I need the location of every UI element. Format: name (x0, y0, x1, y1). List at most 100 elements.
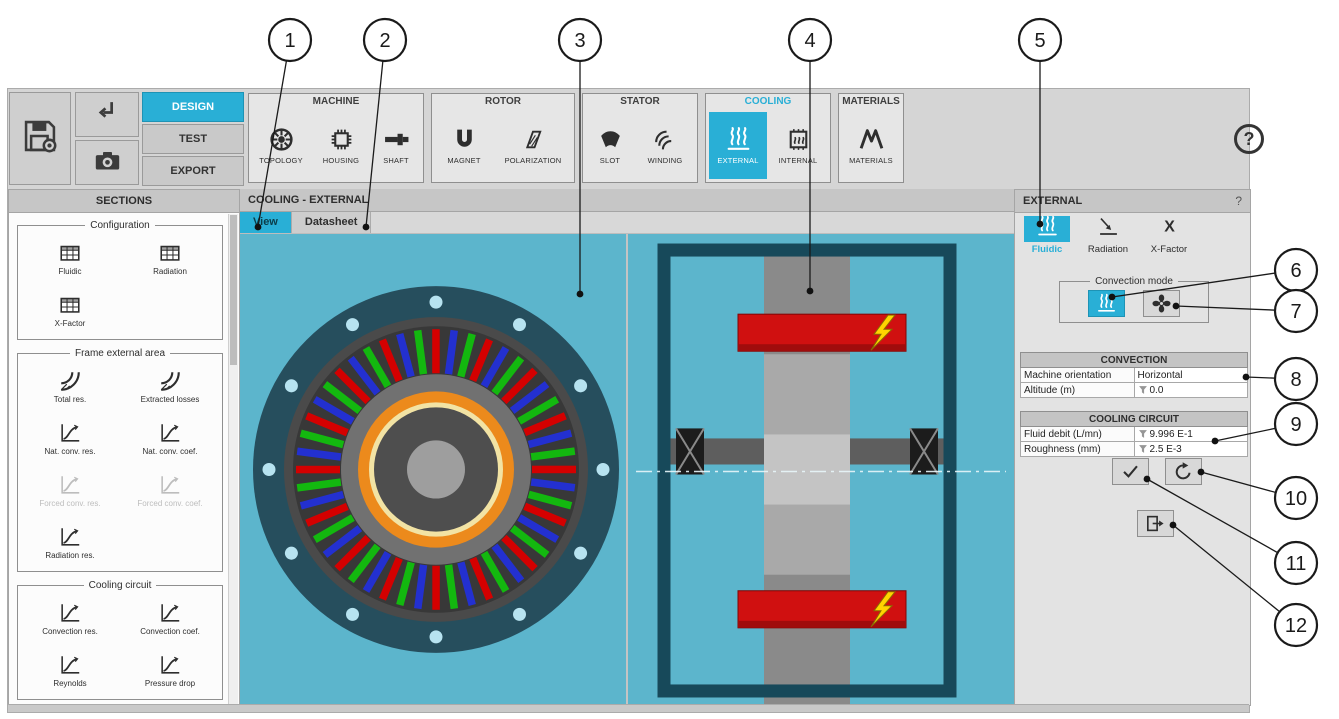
ribbon-group-title: STATOR (583, 94, 697, 110)
undo-icon (1173, 461, 1194, 482)
table-row: Altitude (m)0.0 (1021, 383, 1248, 398)
export-icon (1145, 513, 1166, 534)
callout-circle-6 (1275, 249, 1317, 291)
section-item-label: Convection coef. (140, 627, 200, 636)
table-icon (57, 293, 83, 317)
tab-datasheet[interactable]: Datasheet (292, 212, 372, 233)
section-item-label: Extracted losses (141, 395, 200, 404)
ribbon-item-shaft[interactable]: SHAFT (372, 112, 420, 179)
ribbon-group-machine: MACHINETOPOLOGYHOUSINGSHAFT (248, 93, 424, 183)
curve-icon (157, 473, 183, 497)
ribbon-item-external[interactable]: EXTERNAL (709, 112, 767, 179)
ribbon-group-stator: STATOR SLOT WINDING (582, 93, 698, 183)
scrollbar-thumb[interactable] (230, 215, 237, 365)
canvas (240, 234, 1014, 706)
table-convection: CONVECTIONMachine orientationHorizontalA… (1020, 352, 1248, 398)
callout-number-9: 9 (1290, 414, 1301, 436)
ribbon-groups: MACHINETOPOLOGYHOUSINGSHAFTROTORMAGNETPO… (248, 93, 904, 183)
ribbon-item-polarization[interactable]: POLARIZATION (495, 112, 571, 179)
ribbon-item-magnet[interactable]: MAGNET (435, 112, 493, 179)
section-item-total-res[interactable]: Total res. (20, 360, 120, 412)
param-value[interactable]: 2.5 E-3 (1134, 442, 1248, 457)
ribbon-item-topology[interactable]: TOPOLOGY (252, 112, 310, 179)
param-value[interactable]: 0.0 (1134, 383, 1248, 398)
section-item-radiation-res[interactable]: Radiation res. (20, 516, 120, 568)
tab-view[interactable]: View (240, 212, 292, 233)
param-value[interactable]: 9.996 E-1 (1134, 427, 1248, 442)
design-button[interactable]: DESIGN (142, 92, 244, 122)
param-value[interactable]: Horizontal (1134, 368, 1248, 383)
app-window: DESIGN TEST EXPORT MACHINETOPOLOGYHOUSIN… (7, 88, 1250, 713)
fan-icon (1151, 293, 1172, 314)
callout-circle-12 (1275, 604, 1317, 646)
waves-icon (1036, 215, 1059, 243)
callout-line-8 (1246, 377, 1296, 379)
radial-viewport[interactable] (240, 234, 626, 706)
callout-circle-2 (364, 19, 406, 61)
section-item-reynolds[interactable]: Reynolds (20, 644, 120, 696)
table-row: Machine orientationHorizontal (1021, 368, 1248, 383)
callout-circle-5 (1019, 19, 1061, 61)
ribbon-item-winding[interactable]: WINDING (636, 112, 694, 179)
export-mode-button[interactable]: EXPORT (142, 156, 244, 186)
import-button[interactable] (75, 92, 139, 137)
section-item-fluidic[interactable]: Fluidic (20, 232, 120, 284)
action-buttons (1112, 458, 1202, 485)
test-button[interactable]: TEST (142, 124, 244, 154)
save-project-button[interactable] (9, 92, 71, 185)
section-item-forced-conv-coef: Forced conv. coef. (120, 464, 220, 516)
chip-icon (328, 126, 355, 153)
panel-tab-x-factor[interactable]: XX-Factor (1140, 216, 1198, 255)
sections-group-title: Frame external area (70, 348, 170, 359)
natural-convection-button[interactable] (1088, 290, 1125, 317)
help-button[interactable]: ? (1234, 124, 1264, 154)
ribbon-item-materials[interactable]: MATERIALS (842, 112, 900, 179)
sections-scrollbar[interactable] (228, 214, 238, 704)
panel-tab-radiation[interactable]: Radiation (1079, 216, 1137, 255)
param-value-text: 2.5 E-3 (1150, 444, 1182, 455)
ribbon-item-label: EXTERNAL (717, 156, 758, 165)
ribbon-item-label: MATERIALS (849, 156, 893, 165)
motor-radial-view (240, 234, 626, 706)
param-value-text: 9.996 E-1 (1150, 429, 1193, 440)
axial-viewport[interactable] (628, 234, 1014, 706)
section-item-nat-conv-coef[interactable]: Nat. conv. coef. (120, 412, 220, 464)
ribbon-item-label: INTERNAL (779, 156, 818, 165)
ribbon-item-label: POLARIZATION (505, 156, 562, 165)
floppy-icon (21, 117, 59, 160)
export-row (1137, 510, 1174, 537)
waves-icon (1096, 293, 1117, 314)
chipwave-icon (785, 126, 812, 153)
snapshot-button[interactable] (75, 140, 139, 185)
section-item-label: Convection res. (42, 627, 98, 636)
sections-group-configuration: ConfigurationFluidicRadiationX-Factor (17, 220, 223, 340)
forced-convection-button[interactable] (1143, 290, 1180, 317)
export-results-button[interactable] (1137, 510, 1174, 537)
validate-button[interactable] (1112, 458, 1149, 485)
section-item-label: Reynolds (53, 679, 86, 688)
section-item-radiation[interactable]: Radiation (120, 232, 220, 284)
section-item-x-factor[interactable]: X-Factor (20, 284, 120, 336)
section-item-pressure-drop[interactable]: Pressure drop (120, 644, 220, 696)
panel-help-button[interactable]: ? (1235, 194, 1242, 208)
ribbon-item-label: SLOT (600, 156, 620, 165)
parameter-tables: CONVECTIONMachine orientationHorizontalA… (1020, 352, 1248, 470)
section-item-convection-coef[interactable]: Convection coef. (120, 592, 220, 644)
curve-icon (57, 601, 83, 625)
restore-button[interactable] (1165, 458, 1202, 485)
table-icon (157, 241, 183, 265)
arcs-icon (57, 369, 83, 393)
callout-circle-9 (1275, 403, 1317, 445)
callout-number-11: 11 (1286, 553, 1307, 575)
ribbon-item-slot[interactable]: SLOT (586, 112, 634, 179)
section-item-extracted-losses[interactable]: Extracted losses (120, 360, 220, 412)
ribbon-item-internal[interactable]: INTERNAL (769, 112, 827, 179)
ribbon-item-housing[interactable]: HOUSING (312, 112, 370, 179)
wheel-icon (268, 126, 295, 153)
callout-circle-10 (1275, 477, 1317, 519)
section-item-forced-conv-res: Forced conv. res. (20, 464, 120, 516)
polarization-icon (520, 126, 547, 153)
section-item-convection-res[interactable]: Convection res. (20, 592, 120, 644)
section-item-nat-conv-res[interactable]: Nat. conv. res. (20, 412, 120, 464)
panel-tab-fluidic[interactable]: Fluidic (1018, 216, 1076, 255)
